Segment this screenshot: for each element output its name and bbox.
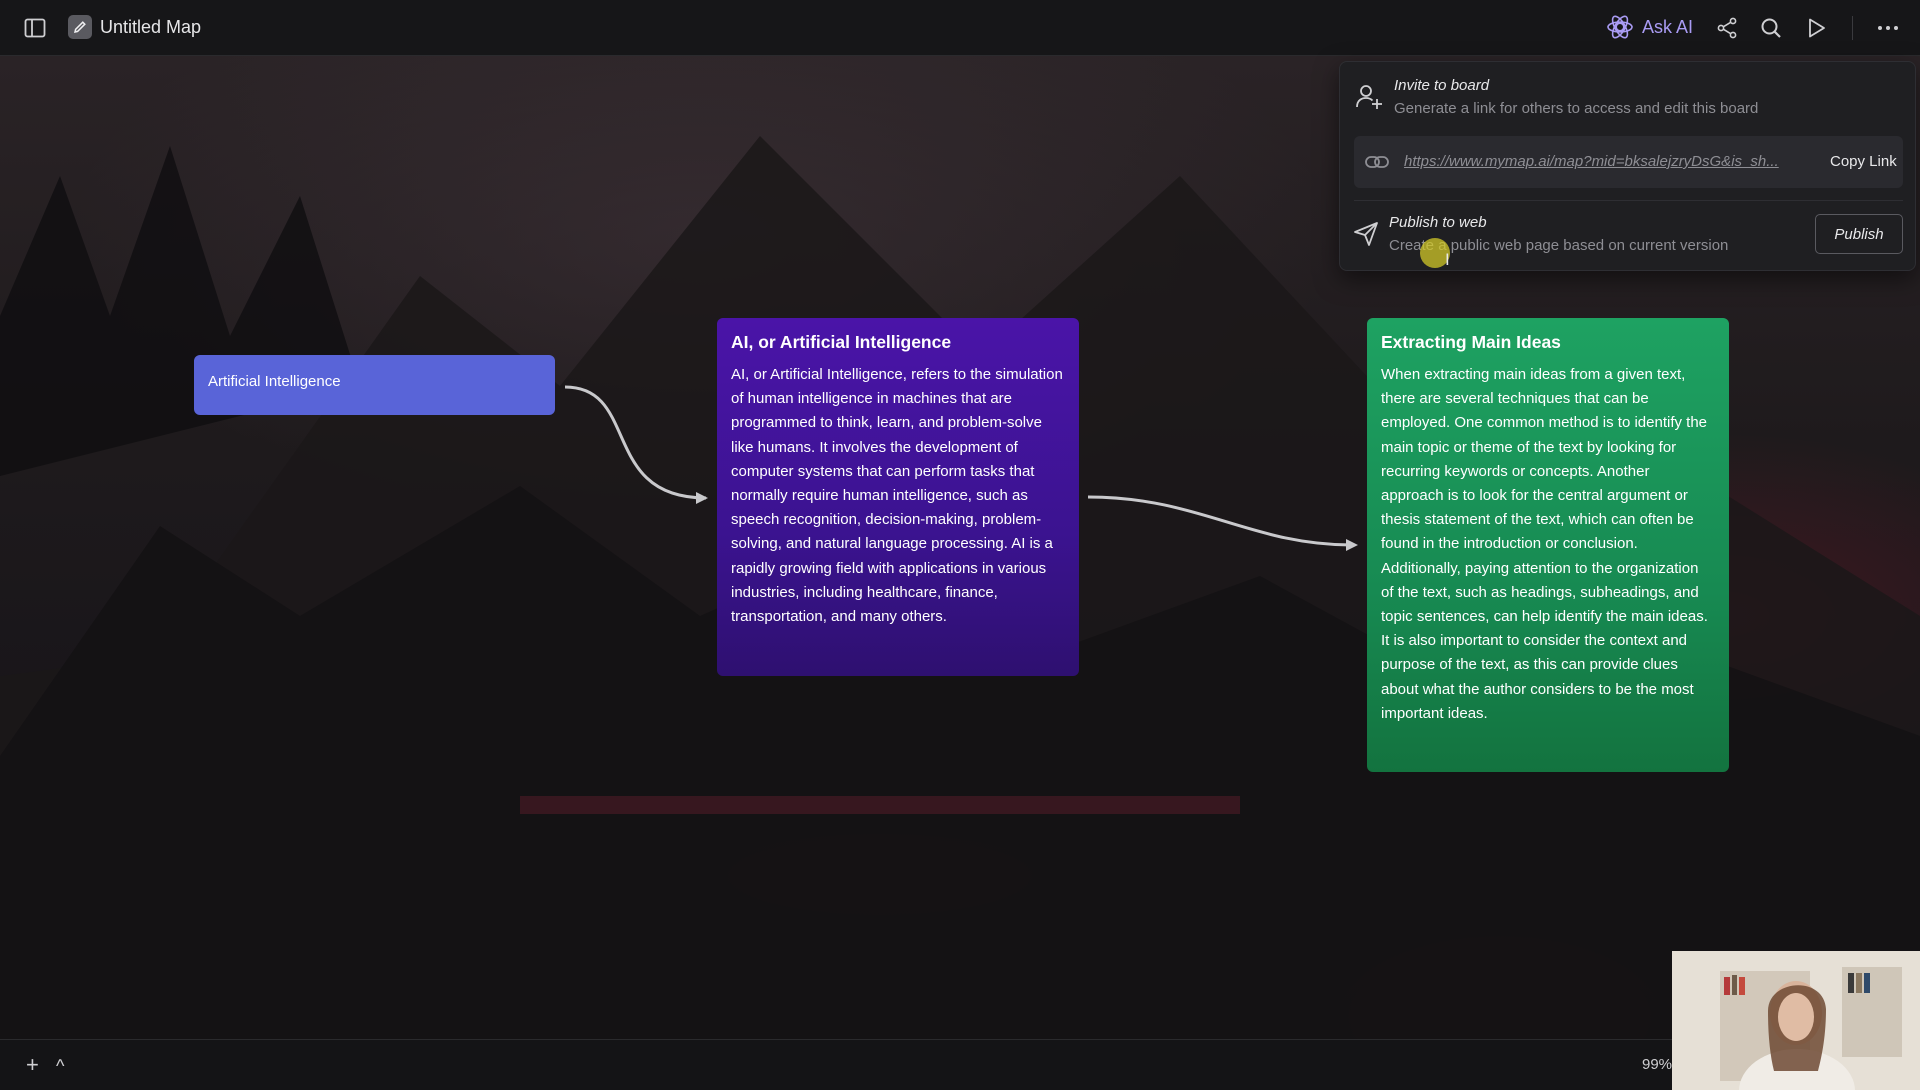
link-icon [1365, 156, 1389, 168]
send-icon [1354, 222, 1378, 246]
search-icon[interactable] [1757, 14, 1785, 42]
copy-link-button[interactable]: Copy Link [1830, 153, 1897, 170]
presenter-video [1672, 951, 1920, 1090]
bottom-bar: + ^ 99% [0, 1039, 1920, 1090]
map-title: Untitled Map [100, 16, 202, 37]
node-root-label: Artificial Intelligence [208, 373, 341, 390]
share-link-url[interactable]: https://www.mymap.ai/map?mid=bksalejzryD… [1404, 153, 1810, 170]
node-ai-body: AI, or Artificial Intelligence, refers t… [731, 366, 1063, 626]
invite-description: Generate a link for others to access and… [1394, 100, 1759, 117]
publish-button[interactable]: Publish [1815, 214, 1903, 254]
play-icon[interactable] [1802, 14, 1830, 42]
webcam-overlay [1672, 951, 1920, 1090]
node-extracting-body: When extracting main ideas from a given … [1381, 366, 1708, 722]
panel-divider [1354, 200, 1903, 201]
toolbar-divider [1852, 16, 1853, 40]
zoom-level[interactable]: 99% [1642, 1056, 1672, 1073]
app-window: Artificial Intelligence AI, or Artificia… [0, 0, 1920, 1090]
top-toolbar: Untitled Map Ask AI [0, 0, 1920, 56]
ask-ai-icon [1607, 15, 1633, 39]
share-link-box: https://www.mymap.ai/map?mid=bksalejzryD… [1354, 136, 1903, 188]
share-icon[interactable] [1713, 14, 1741, 42]
publish-title: Publish to web [1389, 214, 1487, 231]
ask-ai-button[interactable]: Ask AI [1606, 13, 1693, 41]
node-artificial-intelligence[interactable]: Artificial Intelligence [194, 355, 555, 415]
node-extracting-main-ideas[interactable]: Extracting Main Ideas When extracting ma… [1367, 318, 1729, 772]
text-cursor-icon: I [1445, 250, 1450, 269]
add-user-icon [1356, 85, 1382, 109]
invite-panel: Invite to board Generate a link for othe… [1339, 61, 1916, 271]
chevron-up-icon[interactable]: ^ [56, 1056, 64, 1077]
invite-title: Invite to board [1394, 77, 1490, 94]
node-ai-heading: AI, or Artificial Intelligence [731, 332, 952, 352]
node-ai-definition[interactable]: AI, or Artificial Intelligence AI, or Ar… [717, 318, 1079, 676]
ask-ai-label: Ask AI [1642, 16, 1694, 37]
add-icon[interactable]: + [26, 1052, 39, 1078]
more-icon[interactable] [1874, 14, 1902, 42]
pencil-icon [68, 15, 92, 39]
node-extracting-heading: Extracting Main Ideas [1381, 332, 1561, 352]
sidebar-toggle-icon[interactable] [21, 14, 49, 42]
map-title-area[interactable]: Untitled Map [68, 15, 201, 39]
